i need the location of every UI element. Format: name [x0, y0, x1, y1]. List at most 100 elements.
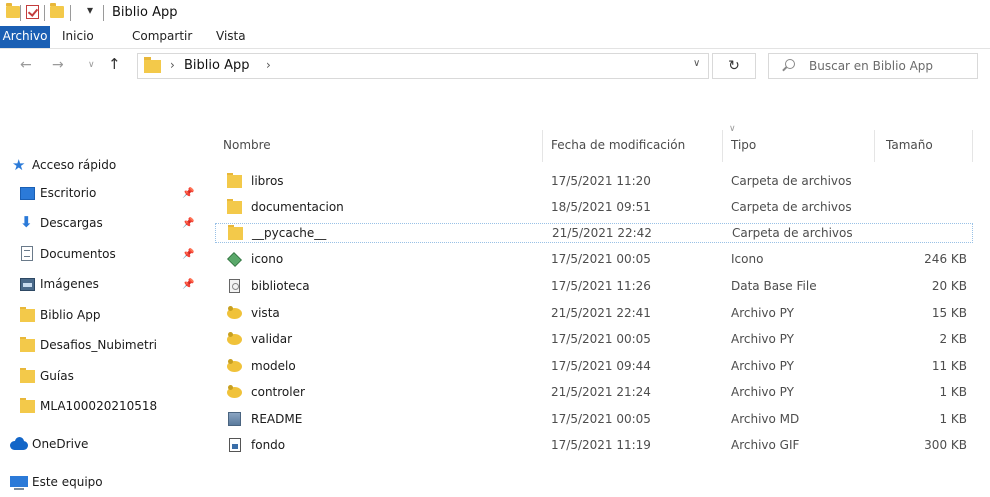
recent-locations-chevron-icon[interactable]: ∨ — [88, 60, 95, 70]
customize-toolbar-icon[interactable]: ▾ — [87, 3, 93, 17]
navigation-pane: ★ Acceso rápido Escritorio 📌 ⬇ Descargas… — [0, 130, 205, 495]
new-folder-icon[interactable] — [50, 3, 64, 18]
file-date: 21/5/2021 22:41 — [551, 306, 651, 320]
sidebar-item-escritorio[interactable]: Escritorio 📌 — [0, 182, 205, 208]
sidebar-item-guias[interactable]: Guías — [0, 365, 205, 391]
file-date: 17/5/2021 11:26 — [551, 279, 651, 293]
up-arrow-icon[interactable]: ↑ — [108, 55, 121, 73]
folder-icon — [20, 368, 35, 383]
address-bar[interactable]: › Biblio App › ∨ — [137, 53, 709, 79]
column-divider[interactable] — [972, 130, 973, 162]
file-size: 11 KB — [931, 359, 967, 373]
file-name: controler — [251, 385, 305, 399]
pin-icon[interactable]: 📌 — [182, 249, 194, 260]
sidebar-item-acceso-rapido[interactable]: ★ Acceso rápido — [0, 154, 205, 180]
chevron-right-icon[interactable]: › — [266, 58, 271, 72]
folder-icon — [227, 199, 242, 214]
ico-file-icon — [227, 252, 242, 267]
tab-archivo[interactable]: Archivo — [0, 26, 50, 48]
file-date: 21/5/2021 21:24 — [551, 385, 651, 399]
file-name: icono — [251, 252, 284, 266]
column-header-type[interactable]: Tipo — [731, 138, 756, 152]
documents-icon — [21, 246, 33, 261]
file-row[interactable]: biblioteca 17/5/2021 11:26 Data Base Fil… — [215, 277, 973, 297]
tab-vista[interactable]: Vista — [216, 26, 246, 48]
file-name: validar — [251, 332, 293, 346]
sidebar-item-label: Biblio App — [40, 308, 101, 322]
file-type: Archivo PY — [731, 385, 794, 399]
file-date: 17/5/2021 00:05 — [551, 332, 651, 346]
file-size: 300 KB — [924, 438, 967, 452]
properties-check-icon[interactable] — [26, 5, 39, 19]
column-header-size[interactable]: Tamaño — [886, 138, 933, 152]
sort-chevron-icon: ∨ — [729, 124, 736, 134]
download-icon: ⬇ — [20, 213, 33, 231]
column-header-date[interactable]: Fecha de modificación — [551, 138, 685, 152]
python-file-icon — [227, 359, 242, 372]
file-type: Archivo PY — [731, 359, 794, 373]
python-file-icon — [227, 306, 242, 319]
sidebar-item-documentos[interactable]: Documentos 📌 — [0, 243, 205, 269]
file-size: 2 KB — [939, 332, 967, 346]
sidebar-item-onedrive[interactable]: OneDrive — [0, 433, 205, 459]
file-date: 18/5/2021 09:51 — [551, 200, 651, 214]
file-name: __pycache__ — [252, 226, 327, 240]
file-date: 21/5/2021 22:42 — [552, 226, 652, 240]
column-divider[interactable] — [542, 130, 543, 162]
tab-compartir[interactable]: Compartir — [132, 26, 192, 48]
file-row[interactable]: fondo 17/5/2021 11:19 Archivo GIF 300 KB — [215, 436, 973, 456]
pin-icon[interactable]: 📌 — [182, 188, 194, 199]
folder-icon — [20, 398, 35, 413]
breadcrumb-biblio-app[interactable]: Biblio App — [184, 58, 250, 73]
sidebar-item-desafios-nubimetri[interactable]: Desafios_Nubimetri — [0, 334, 205, 360]
file-date: 17/5/2021 11:19 — [551, 438, 651, 452]
file-date: 17/5/2021 00:05 — [551, 412, 651, 426]
file-row[interactable]: modelo 17/5/2021 09:44 Archivo PY 11 KB — [215, 357, 973, 377]
file-size: 246 KB — [924, 252, 967, 266]
file-row[interactable]: documentacion 18/5/2021 09:51 Carpeta de… — [215, 198, 973, 218]
file-row-selected[interactable]: __pycache__ 21/5/2021 22:42 Carpeta de a… — [215, 223, 973, 243]
file-row[interactable]: controler 21/5/2021 21:24 Archivo PY 1 K… — [215, 383, 973, 403]
qat-separator — [70, 5, 71, 21]
file-row[interactable]: icono 17/5/2021 00:05 Icono 246 KB — [215, 250, 973, 270]
back-arrow-icon[interactable]: ← — [20, 57, 32, 73]
window-title: Biblio App — [112, 5, 178, 20]
python-file-icon — [227, 385, 242, 398]
sidebar-item-label: Desafios_Nubimetri — [40, 338, 157, 352]
sidebar-item-biblio-app[interactable]: Biblio App — [0, 304, 205, 330]
chevron-right-icon[interactable]: › — [170, 58, 175, 72]
file-row[interactable]: vista 21/5/2021 22:41 Archivo PY 15 KB — [215, 304, 973, 324]
sidebar-item-mla100020210518[interactable]: MLA100020210518 — [0, 395, 205, 421]
forward-arrow-icon[interactable]: → — [52, 57, 64, 73]
qat-separator — [20, 5, 21, 21]
column-divider[interactable] — [722, 130, 723, 162]
file-row[interactable]: README 17/5/2021 00:05 Archivo MD 1 KB — [215, 410, 973, 430]
sidebar-item-este-equipo[interactable]: Este equipo — [0, 471, 205, 497]
sidebar-item-label: Este equipo — [32, 475, 103, 489]
folder-icon[interactable] — [6, 3, 20, 18]
python-file-icon — [227, 332, 242, 345]
refresh-button[interactable]: ↻ — [712, 53, 756, 79]
folder-icon — [227, 173, 242, 188]
file-size: 1 KB — [939, 385, 967, 399]
markdown-file-icon — [228, 412, 241, 426]
pictures-icon — [20, 278, 35, 291]
tab-inicio[interactable]: Inicio — [62, 26, 94, 48]
pin-icon[interactable]: 📌 — [182, 279, 194, 290]
file-size: 1 KB — [939, 412, 967, 426]
chevron-down-icon[interactable]: ∨ — [693, 58, 700, 69]
file-type: Data Base File — [731, 279, 817, 293]
pin-icon[interactable]: 📌 — [182, 218, 194, 229]
file-row[interactable]: libros 17/5/2021 11:20 Carpeta de archiv… — [215, 172, 973, 192]
column-divider[interactable] — [874, 130, 875, 162]
sidebar-item-label: Documentos — [40, 247, 116, 261]
sidebar-item-imagenes[interactable]: Imágenes 📌 — [0, 273, 205, 299]
search-box[interactable] — [768, 53, 978, 79]
column-header-name[interactable]: Nombre — [223, 138, 271, 152]
sidebar-item-label: Escritorio — [40, 186, 97, 200]
file-row[interactable]: validar 17/5/2021 00:05 Archivo PY 2 KB — [215, 330, 973, 350]
sidebar-item-descargas[interactable]: ⬇ Descargas 📌 — [0, 212, 205, 238]
search-input[interactable] — [809, 54, 973, 78]
ribbon-tabs: Archivo Inicio Compartir Vista — [0, 26, 990, 49]
file-name: vista — [251, 306, 280, 320]
